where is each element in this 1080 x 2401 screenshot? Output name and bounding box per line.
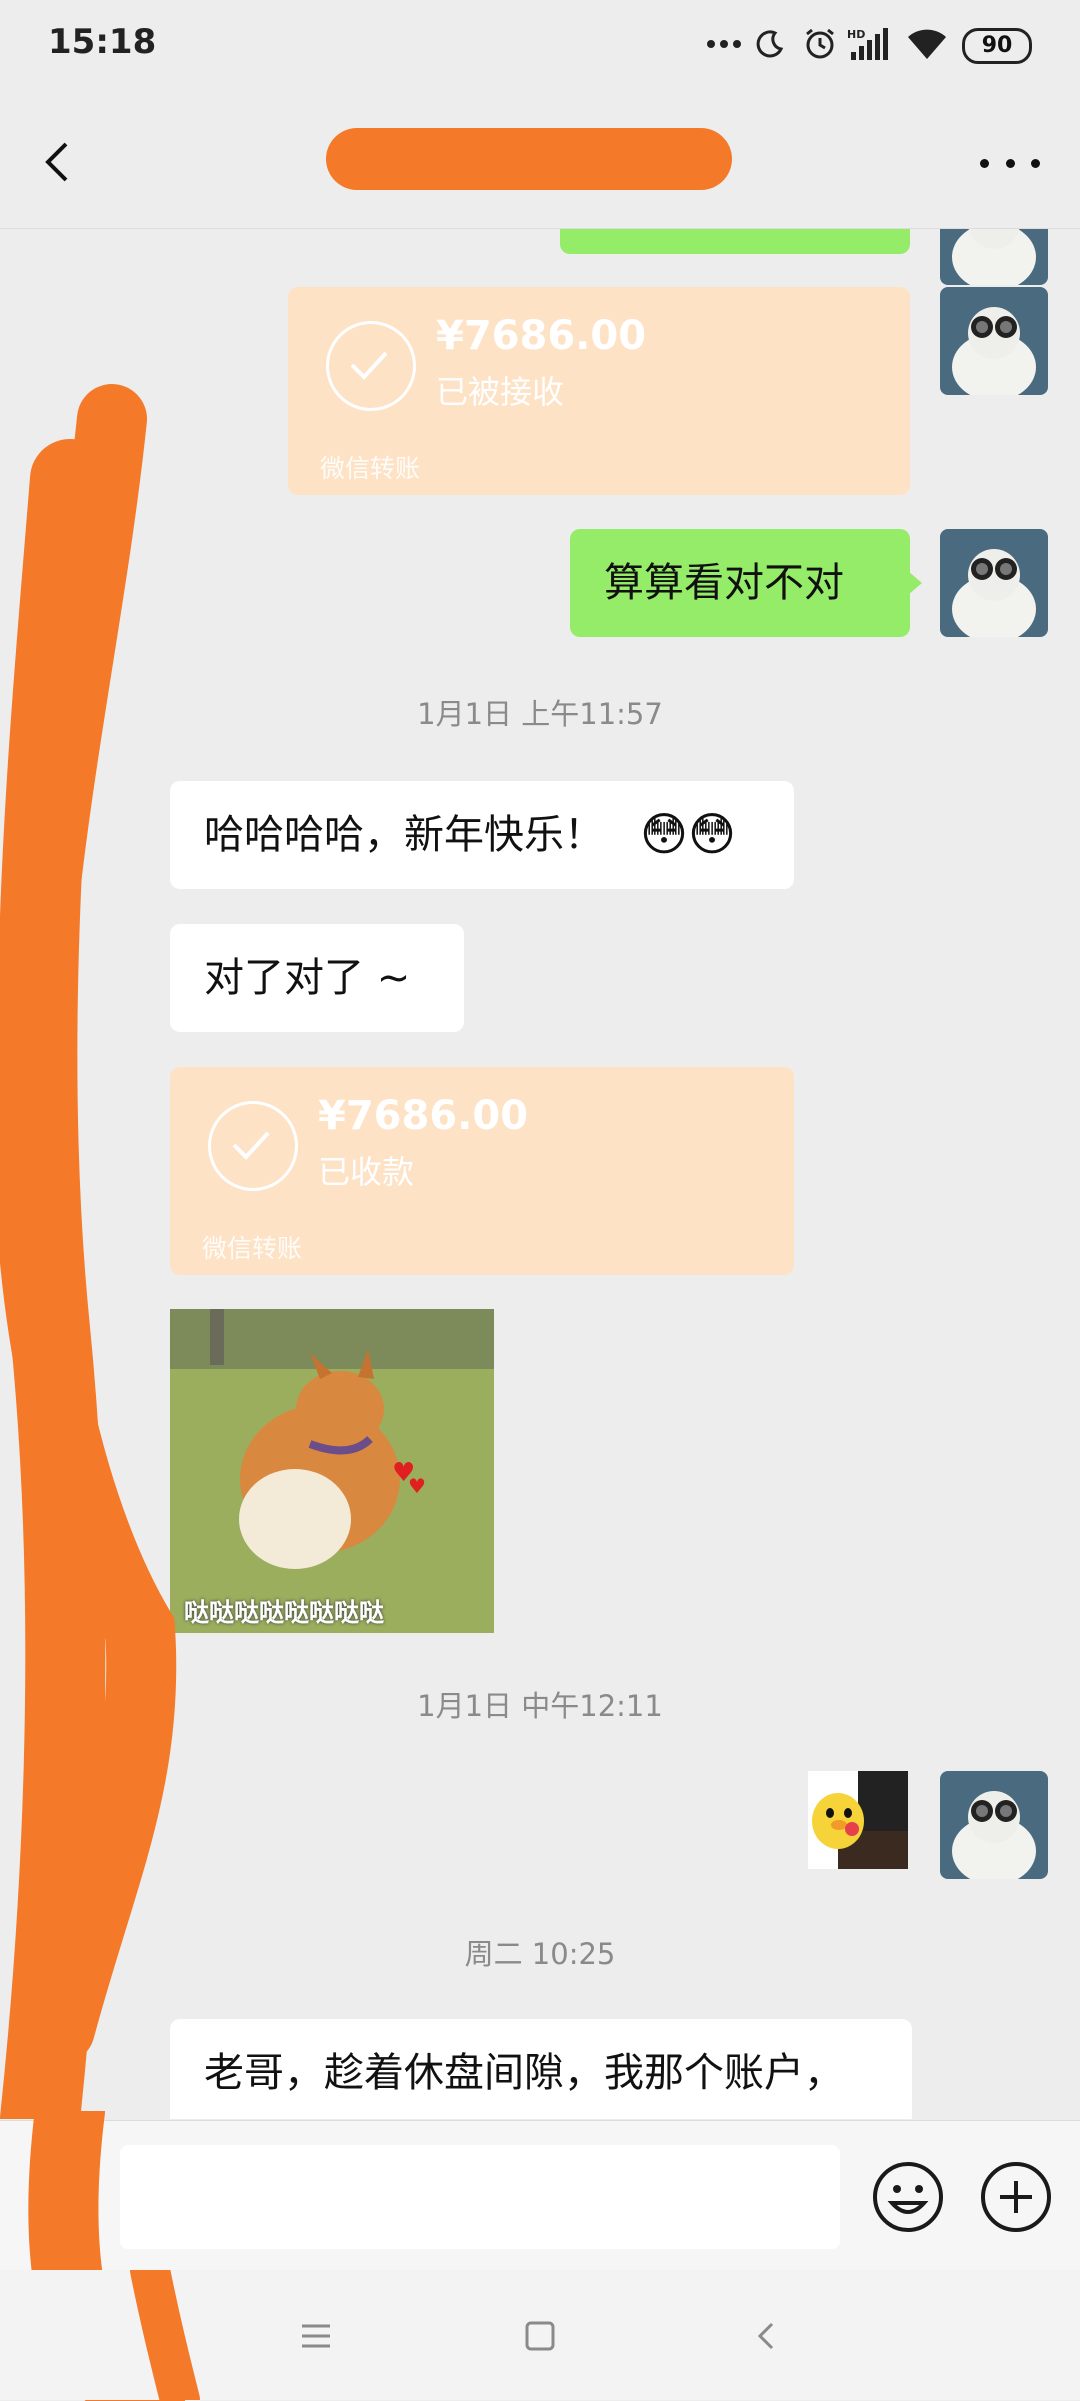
message-text: 哈哈哈哈，新年快乐！	[204, 812, 604, 858]
my-avatar[interactable]	[940, 529, 1048, 637]
more-options-button[interactable]	[980, 148, 1040, 178]
transfer-status: 已被接收	[436, 373, 565, 411]
transfer-footer: 微信转账	[320, 454, 421, 483]
plus-icon	[981, 2162, 1051, 2232]
avatar-redaction-scribble	[0, 384, 177, 2119]
back-button[interactable]	[30, 132, 90, 192]
received-message-bubble[interactable]: 对了对了 ~	[170, 924, 464, 1032]
received-message-bubble[interactable]: 老哥，趁着休盘间隙，我那个账户，	[170, 2019, 912, 2119]
chevron-left-icon	[45, 142, 68, 182]
back-icon[interactable]	[746, 2316, 786, 2356]
check-circle-icon	[208, 1101, 298, 1191]
svg-text:♥: ♥	[408, 1474, 426, 1498]
message-input[interactable]	[120, 2145, 840, 2249]
bubble-tail	[908, 571, 922, 595]
my-avatar[interactable]	[940, 229, 1048, 285]
transfer-card-received[interactable]: ¥7686.00 已收款 微信转账	[170, 1067, 794, 1275]
sent-message-bubble[interactable]: 算算看对不对	[570, 529, 910, 637]
transfer-footer: 微信转账	[202, 1234, 303, 1263]
duck-sticker-image[interactable]	[808, 1771, 908, 1869]
more-dots-icon	[980, 158, 989, 168]
emoji-icon	[873, 2162, 943, 2232]
transfer-card-sent[interactable]: ¥7686.00 已被接收 微信转账	[288, 287, 910, 495]
avatar-redaction-scribble	[130, 2270, 200, 2400]
alarm-icon	[800, 26, 840, 62]
menu-icon[interactable]	[296, 2316, 336, 2356]
sent-message-bubble[interactable]	[560, 229, 910, 254]
message-text: 算算看对不对	[604, 560, 844, 606]
corgi-sticker-image[interactable]: ♥ ♥ 哒哒哒哒哒哒哒哒	[170, 1309, 494, 1633]
emoji-button[interactable]	[870, 2159, 946, 2235]
my-avatar[interactable]	[940, 287, 1048, 395]
system-navigation-bar	[0, 2270, 1080, 2400]
more-dots-icon	[704, 26, 744, 62]
chat-header	[0, 90, 1080, 229]
sticker-caption: 哒哒哒哒哒哒哒哒	[184, 1598, 385, 1627]
message-list[interactable]: ¥7686.00 已被接收 微信转账 算算看对不对 1月1日 上午11:57 哈…	[0, 229, 1080, 2119]
transfer-amount: ¥7686.00	[318, 1093, 529, 1139]
hd-signal-icon: HD	[846, 26, 892, 62]
moon-icon	[752, 26, 788, 62]
transfer-amount: ¥7686.00	[436, 313, 647, 359]
transfer-status: 已收款	[318, 1153, 415, 1191]
message-text: 对了对了 ~	[204, 955, 411, 1001]
received-message-bubble[interactable]: 哈哈哈哈，新年快乐！ 😳😳	[170, 781, 794, 889]
svg-text:HD: HD	[847, 28, 865, 41]
status-bar: 15:18 HD 90	[0, 0, 1080, 90]
emoji-sticker: 😳😳	[640, 807, 736, 861]
input-bar	[0, 2111, 1080, 2401]
check-circle-icon	[326, 321, 416, 411]
battery-icon: 90	[962, 28, 1032, 64]
wifi-icon	[904, 26, 950, 62]
message-text: 老哥，趁着休盘间隙，我那个账户，	[204, 2050, 844, 2096]
title-redaction-mark	[326, 128, 732, 190]
home-icon[interactable]	[520, 2316, 560, 2356]
my-avatar[interactable]	[940, 1771, 1048, 1879]
more-functions-button[interactable]	[978, 2159, 1054, 2235]
status-time: 15:18	[48, 22, 157, 62]
